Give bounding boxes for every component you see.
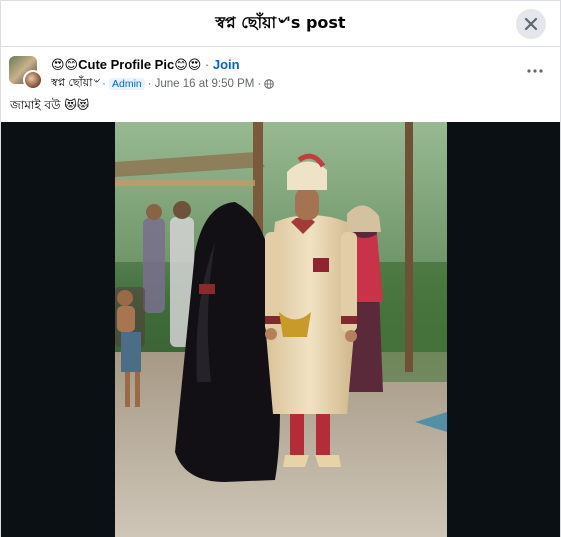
more-options-button[interactable]: [522, 60, 548, 82]
more-horizontal-icon: [527, 69, 543, 73]
separator-dot: ·: [204, 57, 210, 72]
admin-badge: Admin: [109, 77, 145, 90]
post-meta: স্বপ্ন ছোঁয়া৺ · Admin · June 16 at 9:50…: [51, 74, 274, 93]
wedding-photo[interactable]: [115, 122, 447, 537]
author-name-link[interactable]: স্বপ্ন ছোঁয়া৺: [51, 74, 99, 93]
separator-dot: ·: [147, 77, 152, 90]
separator-dot: ·: [102, 77, 106, 90]
modal-header: স্বপ্ন ছোঁয়া৺'s post: [1, 1, 560, 47]
post-media[interactable]: [1, 122, 560, 537]
group-name-link[interactable]: Cute Profile Pic: [78, 57, 174, 72]
post-modal: স্বপ্ন ছোঁয়া৺'s post 😍😊Cute Profile Pic…: [0, 0, 561, 537]
globe-icon: [264, 78, 274, 89]
group-emoji-suffix: 😊😍: [174, 58, 202, 73]
close-button[interactable]: [516, 9, 546, 39]
modal-title: স্বপ্ন ছোঁয়া৺'s post: [215, 13, 346, 32]
post-header: 😍😊Cute Profile Pic😊😍 · Join স্বপ্ন ছোঁয়…: [9, 56, 554, 92]
author-avatar[interactable]: [23, 70, 43, 90]
join-link[interactable]: Join: [213, 57, 240, 72]
close-icon: [524, 17, 538, 31]
post-caption: জামাই বউ 😻😻: [10, 98, 90, 112]
group-line: 😍😊Cute Profile Pic😊😍 · Join: [51, 57, 240, 73]
post-timestamp-link[interactable]: June 16 at 9:50 PM: [155, 78, 255, 90]
separator-dot: ·: [257, 77, 262, 90]
group-emoji-prefix: 😍😊: [51, 58, 79, 73]
avatar-stack: [9, 56, 43, 90]
